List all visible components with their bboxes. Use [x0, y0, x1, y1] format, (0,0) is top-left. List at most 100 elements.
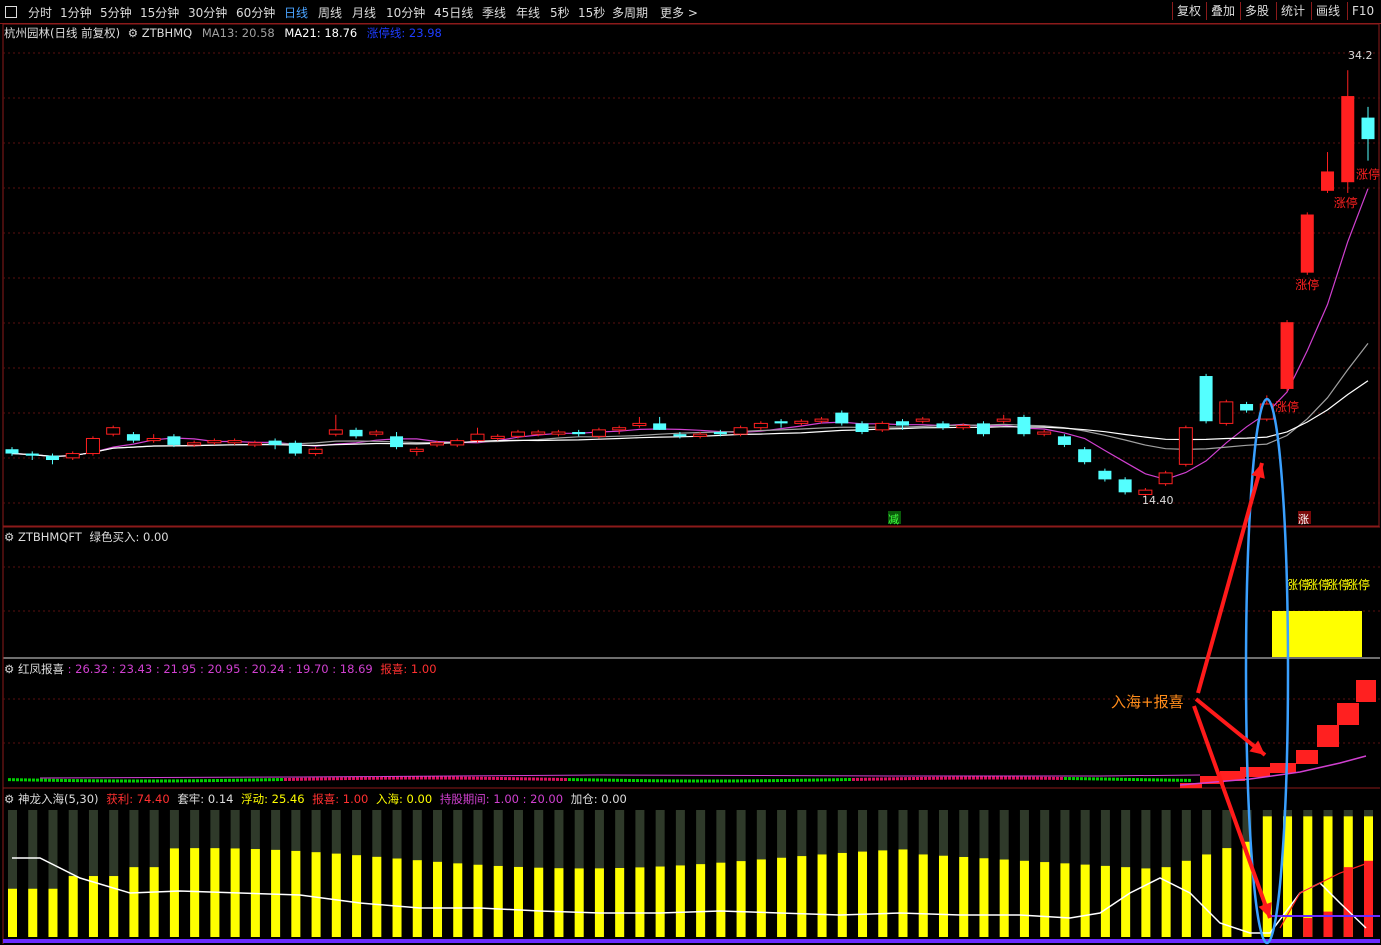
pane3-band-bar — [1100, 777, 1103, 781]
candle-body — [733, 427, 748, 435]
pane3-band-bar — [900, 777, 903, 781]
period-tab-8[interactable]: 月线 — [352, 4, 376, 21]
indicator-name[interactable]: ZTBHMQ — [142, 26, 192, 40]
pane3-band-bar — [216, 779, 219, 783]
pane3-band-bar — [348, 777, 351, 781]
candle-body — [247, 442, 262, 446]
pane3-band-bar — [664, 779, 667, 783]
period-tab-13[interactable]: 5秒 — [550, 4, 570, 21]
pane4-yellow-bar — [797, 856, 807, 937]
pane3-stair-block — [1317, 725, 1339, 747]
period-tab-16[interactable]: 更多 > — [660, 4, 698, 21]
pane3-band-bar — [168, 779, 171, 783]
period-tab-11[interactable]: 季线 — [482, 4, 506, 21]
pane3-band-bar — [300, 777, 303, 781]
pane3-indicator-name[interactable]: 红凤报喜 — [18, 662, 64, 676]
pane3-band-bar — [60, 778, 63, 782]
pane3-band-bar — [332, 777, 335, 781]
period-tab-7[interactable]: 周线 — [318, 4, 342, 21]
pane3-band-bar — [540, 777, 543, 781]
settings-icon[interactable]: ⚙ — [4, 792, 14, 806]
fudong-value: 浮动: 25.46 — [241, 792, 305, 806]
toolbar-button-2[interactable]: 多股 — [1240, 2, 1273, 20]
period-tab-5[interactable]: 60分钟 — [236, 4, 275, 21]
candle-body — [106, 427, 121, 435]
ruhai-value: 入海: 0.00 — [376, 792, 433, 806]
pane3-band-bar — [132, 779, 135, 783]
settings-icon[interactable]: ⚙ — [4, 662, 14, 676]
pane3-band-bar — [180, 779, 183, 783]
pane3-band-bar — [1176, 778, 1179, 782]
period-tab-2[interactable]: 5分钟 — [100, 4, 132, 21]
pane3-band-bar — [1044, 776, 1047, 780]
period-tab-15[interactable]: 多周期 — [612, 4, 648, 21]
candle-body — [531, 431, 546, 435]
pane4-yellow-bar — [777, 857, 787, 937]
period-tab-12[interactable]: 年线 — [516, 4, 540, 21]
pane3-band-bar — [280, 778, 283, 782]
period-tab-14[interactable]: 15秒 — [578, 4, 605, 21]
pane3-band-bar — [852, 777, 855, 781]
pane4-yellow-bar — [291, 850, 301, 937]
pane3-band-bar — [392, 776, 395, 780]
pane3-band-bar — [1168, 778, 1171, 782]
pane3-band-bar — [1116, 777, 1119, 781]
pane3-band-bar — [276, 778, 279, 782]
pane3-band-bar — [264, 778, 267, 782]
high-price-label: 34.2 — [1348, 49, 1373, 62]
pane3-band-bar — [240, 778, 243, 782]
pane4-yellow-bar — [169, 848, 179, 937]
window-toggle-icon[interactable] — [5, 6, 17, 18]
pane3-band-bar — [596, 778, 599, 782]
toolbar-button-4[interactable]: 画线 — [1311, 2, 1344, 20]
period-tab-6[interactable]: 日线 — [284, 4, 308, 21]
pane3-band-bar — [728, 779, 731, 783]
toolbar-button-3[interactable]: 统计 — [1276, 2, 1309, 20]
pane3-band-bar — [184, 779, 187, 783]
period-tab-3[interactable]: 15分钟 — [140, 4, 179, 21]
pane3-band-bar — [816, 778, 819, 782]
settings-icon[interactable]: ⚙ — [128, 26, 138, 40]
pane3-band-bar — [312, 777, 315, 781]
ma5-line — [11, 188, 1369, 481]
period-tab-4[interactable]: 30分钟 — [188, 4, 227, 21]
pane3-band-bar — [688, 779, 691, 783]
period-tab-9[interactable]: 10分钟 — [386, 4, 425, 21]
pane4-indicator-name[interactable]: 神龙入海(5,30) — [18, 792, 99, 806]
pane3-band-bar — [436, 776, 439, 780]
toolbar-button-1[interactable]: 叠加 — [1206, 2, 1239, 20]
period-tab-1[interactable]: 1分钟 — [60, 4, 92, 21]
pane4-yellow-bar — [1202, 854, 1212, 937]
pane3-band-bar — [1088, 777, 1091, 781]
period-tab-0[interactable]: 分时 — [28, 4, 52, 21]
candle-body — [713, 432, 727, 435]
toolbar-button-5[interactable]: F10 — [1347, 2, 1378, 20]
pane2-indicator-name[interactable]: ZTBHMQFT — [18, 530, 82, 544]
pane3-bao-value: 报喜: 1.00 — [380, 662, 437, 676]
pane4-yellow-bar — [149, 867, 159, 937]
pane3-band-bar — [1008, 776, 1011, 780]
candle-body — [976, 423, 990, 435]
toolbar-button-0[interactable]: 复权 — [1172, 2, 1205, 20]
pane3-band-bar — [652, 779, 655, 783]
candle-body — [693, 433, 708, 437]
settings-icon[interactable]: ⚙ — [4, 530, 14, 544]
pane3-band-bar — [1152, 778, 1155, 782]
pane3-band-bar — [496, 776, 499, 780]
candle-body — [936, 423, 950, 428]
limit-line-value: 涨停线: 23.98 — [366, 26, 442, 40]
pane3-band-bar — [672, 779, 675, 783]
pane3-band-bar — [552, 777, 555, 781]
candle-body — [268, 440, 282, 445]
pane4-yellow-bar — [1080, 864, 1090, 937]
pane4-yellow-bar — [554, 868, 564, 937]
pane3-band-bar — [388, 776, 391, 780]
pane4-yellow-bar — [68, 876, 78, 937]
pane3-band-bar — [568, 778, 571, 782]
pane3-header: ⚙ 红凤报喜 : 26.32 : 23.43 : 21.95 : 20.95 :… — [4, 661, 437, 677]
pane4-yellow-bar — [938, 855, 948, 937]
pane4-yellow-bar — [311, 852, 321, 937]
period-tab-10[interactable]: 45日线 — [434, 4, 473, 21]
pane3-band-bar — [624, 778, 627, 782]
pane3-band-bar — [908, 777, 911, 781]
